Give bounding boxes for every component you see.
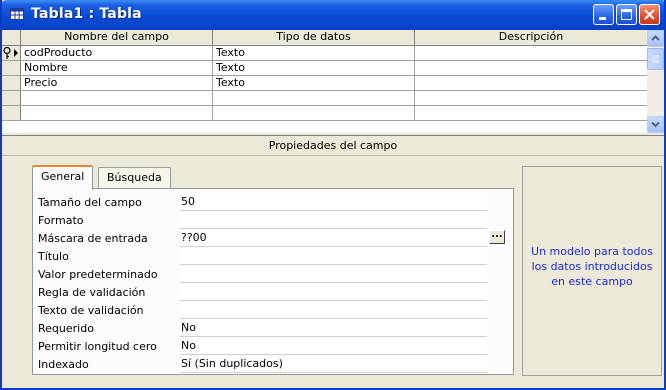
row-selector[interactable] bbox=[2, 76, 21, 90]
property-value-field[interactable]: Sí (Sin duplicados) bbox=[180, 356, 487, 373]
data-type-cell[interactable]: Texto bbox=[213, 61, 415, 75]
scroll-down-button[interactable] bbox=[647, 116, 664, 133]
header-selector-cell bbox=[2, 30, 21, 45]
data-type-cell[interactable] bbox=[213, 106, 415, 120]
table-row[interactable]: codProducto Texto bbox=[2, 46, 647, 61]
field-name-cell[interactable]: Nombre bbox=[21, 61, 213, 75]
title-bar[interactable]: Tabla1 : Tabla bbox=[2, 0, 664, 30]
close-icon bbox=[644, 9, 655, 20]
field-name-cell[interactable]: Precio bbox=[21, 76, 213, 90]
data-type-cell[interactable]: Texto bbox=[213, 46, 415, 60]
property-row: Tamaño del campo 50 bbox=[36, 194, 517, 212]
field-name-cell[interactable] bbox=[21, 91, 213, 105]
property-row: Requerido No bbox=[36, 320, 517, 338]
grid-vertical-scrollbar[interactable] bbox=[647, 30, 664, 133]
maximize-button[interactable] bbox=[616, 4, 637, 25]
description-cell[interactable] bbox=[415, 61, 647, 75]
field-grid: Nombre del campo Tipo de datos Descripci… bbox=[2, 30, 664, 133]
build-button[interactable]: ... bbox=[489, 230, 505, 244]
property-row: Máscara de entrada ??00 ... bbox=[36, 230, 517, 248]
chevron-up-icon bbox=[651, 35, 660, 41]
property-label: Regla de validación bbox=[38, 286, 146, 299]
scroll-up-button[interactable] bbox=[647, 30, 664, 47]
property-value-field[interactable]: ??00 bbox=[180, 230, 487, 247]
property-value-field[interactable]: 50 bbox=[180, 194, 487, 211]
property-label: Texto de validación bbox=[38, 304, 144, 317]
property-row: Título bbox=[36, 248, 517, 266]
property-value-field[interactable] bbox=[180, 284, 487, 301]
general-tab-panel: Tamaño del campo 50 Formato Máscara de e… bbox=[32, 188, 514, 375]
chevron-down-icon bbox=[651, 121, 660, 128]
data-type-cell[interactable]: Texto bbox=[213, 76, 415, 90]
table-design-window: Tabla1 : Tabla Nombre del campo Tipo de … bbox=[0, 0, 666, 390]
property-label: Título bbox=[38, 250, 69, 263]
table-row[interactable] bbox=[2, 106, 647, 121]
property-label: Tamaño del campo bbox=[38, 196, 142, 209]
help-text: Un modelo para todos los datos introduci… bbox=[531, 245, 653, 288]
column-header-description[interactable]: Descripción bbox=[415, 30, 647, 45]
property-label: Indexado bbox=[38, 358, 89, 371]
description-cell[interactable] bbox=[415, 91, 647, 105]
property-value-field[interactable]: No bbox=[180, 338, 487, 355]
primary-key-icon bbox=[3, 46, 18, 59]
column-header-field-name[interactable]: Nombre del campo bbox=[21, 30, 213, 45]
table-row[interactable]: Nombre Texto bbox=[2, 61, 647, 76]
row-selector[interactable] bbox=[2, 46, 21, 60]
property-value-field[interactable]: No bbox=[180, 320, 487, 337]
row-selector[interactable] bbox=[2, 106, 21, 120]
close-button[interactable] bbox=[639, 4, 660, 25]
minimize-icon bbox=[599, 17, 606, 20]
data-type-cell[interactable] bbox=[213, 91, 415, 105]
field-name-cell[interactable] bbox=[21, 106, 213, 120]
property-row: Regla de validación bbox=[36, 284, 517, 302]
property-row: Texto de validación bbox=[36, 302, 517, 320]
property-row: Formato bbox=[36, 212, 517, 230]
row-selector[interactable] bbox=[2, 61, 21, 75]
property-value-field[interactable] bbox=[180, 302, 487, 319]
property-row: Indexado Sí (Sin duplicados) bbox=[36, 356, 517, 374]
property-label: Formato bbox=[38, 214, 84, 227]
field-name-cell[interactable]: codProducto bbox=[21, 46, 213, 60]
property-label: Permitir longitud cero bbox=[38, 340, 157, 353]
tab-busqueda[interactable]: Búsqueda bbox=[98, 167, 171, 188]
property-label: Máscara de entrada bbox=[38, 232, 148, 245]
property-label: Requerido bbox=[38, 322, 94, 335]
grid-header-row: Nombre del campo Tipo de datos Descripci… bbox=[2, 30, 647, 46]
scroll-thumb[interactable] bbox=[647, 48, 664, 70]
window-title: Tabla1 : Tabla bbox=[31, 6, 142, 22]
row-selector[interactable] bbox=[2, 91, 21, 105]
table-icon bbox=[10, 8, 24, 20]
description-cell[interactable] bbox=[415, 46, 647, 60]
minimize-button[interactable] bbox=[593, 4, 614, 25]
column-header-data-type[interactable]: Tipo de datos bbox=[213, 30, 415, 45]
property-row: Valor predeterminado bbox=[36, 266, 517, 284]
property-value-field[interactable] bbox=[180, 266, 487, 283]
table-row[interactable] bbox=[2, 91, 647, 106]
description-cell[interactable] bbox=[415, 76, 647, 90]
property-row: Permitir longitud cero No bbox=[36, 338, 517, 356]
property-help-panel: Un modelo para todos los datos introduci… bbox=[522, 166, 662, 376]
description-cell[interactable] bbox=[415, 106, 647, 120]
tab-general[interactable]: General bbox=[32, 165, 94, 190]
table-row[interactable]: Precio Texto bbox=[2, 76, 647, 91]
grip-icon bbox=[652, 55, 659, 63]
field-properties-header: Propiedades del campo bbox=[2, 135, 664, 156]
maximize-icon bbox=[621, 9, 632, 20]
property-label: Valor predeterminado bbox=[38, 268, 158, 281]
property-value-field[interactable] bbox=[180, 248, 487, 265]
property-value-field[interactable] bbox=[180, 212, 487, 229]
